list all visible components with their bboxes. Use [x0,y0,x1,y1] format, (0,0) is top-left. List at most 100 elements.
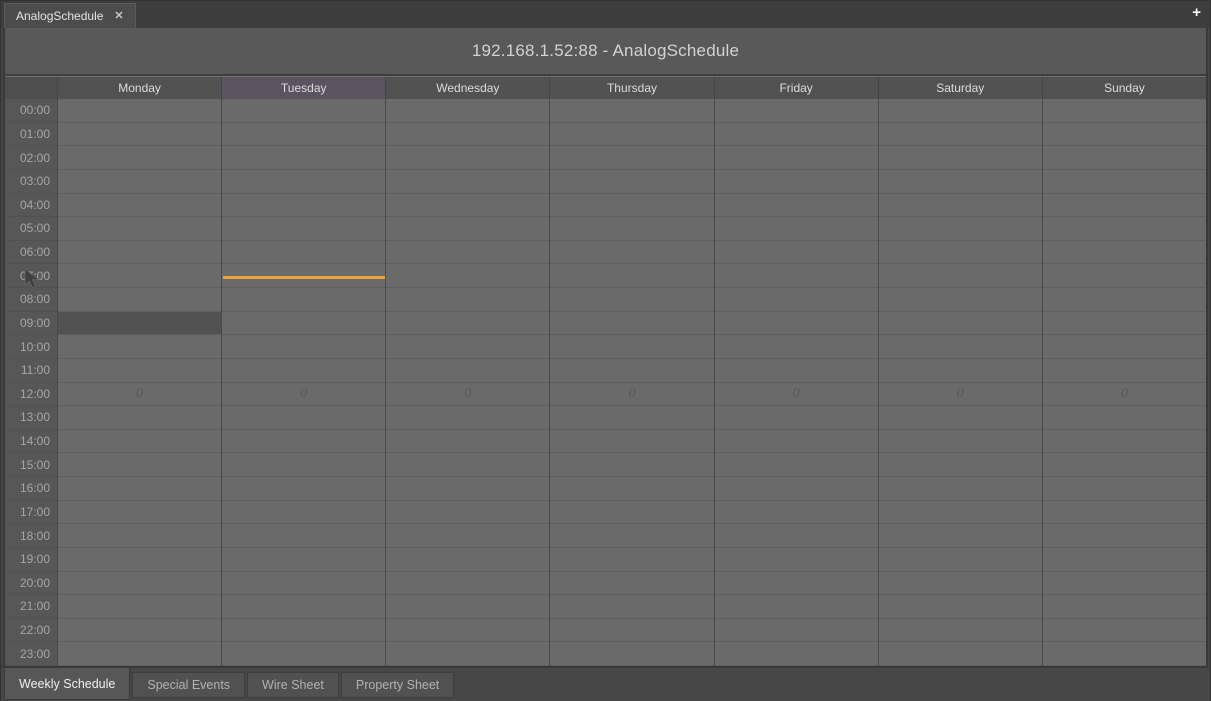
schedule-cell[interactable] [58,194,221,218]
schedule-cell[interactable]: 0 [386,383,549,407]
schedule-cell[interactable] [386,312,549,336]
schedule-cell[interactable] [550,619,713,643]
schedule-cell[interactable] [715,288,878,312]
schedule-cell[interactable] [58,170,221,194]
day-header-wednesday[interactable]: Wednesday [385,77,549,99]
schedule-cell[interactable] [386,288,549,312]
schedule-cell[interactable] [58,99,221,123]
schedule-cell[interactable] [1043,123,1206,147]
schedule-cell[interactable] [879,619,1042,643]
schedule-cell[interactable] [1043,288,1206,312]
schedule-cell[interactable] [550,595,713,619]
new-tab-icon[interactable]: + [1192,5,1201,20]
schedule-cell[interactable] [386,359,549,383]
schedule-cell[interactable] [879,194,1042,218]
schedule-cell[interactable] [550,406,713,430]
schedule-cell[interactable] [1043,170,1206,194]
day-header-saturday[interactable]: Saturday [878,77,1042,99]
schedule-cell[interactable] [58,477,221,501]
schedule-cell[interactable] [715,264,878,288]
schedule-cell[interactable] [1043,430,1206,454]
schedule-cell[interactable] [58,548,221,572]
schedule-cell[interactable] [58,595,221,619]
schedule-cell[interactable] [550,335,713,359]
bottom-tab-weekly-schedule[interactable]: Weekly Schedule [4,668,130,700]
schedule-cell[interactable] [715,170,878,194]
schedule-cell[interactable] [715,217,878,241]
schedule-cell[interactable] [386,501,549,525]
schedule-cell[interactable] [1043,359,1206,383]
schedule-cell[interactable] [1043,548,1206,572]
schedule-cell[interactable] [715,406,878,430]
schedule-cell[interactable] [1043,453,1206,477]
schedule-cell[interactable] [715,453,878,477]
schedule-cell[interactable] [222,548,385,572]
schedule-cell[interactable] [550,572,713,596]
schedule-cell[interactable] [715,312,878,336]
schedule-cell[interactable] [1043,477,1206,501]
schedule-cell[interactable] [715,501,878,525]
schedule-cell[interactable] [58,619,221,643]
schedule-cell[interactable] [386,548,549,572]
schedule-cell[interactable] [386,99,549,123]
schedule-cell[interactable] [879,359,1042,383]
schedule-cell[interactable] [550,642,713,666]
schedule-cell[interactable] [1043,524,1206,548]
schedule-cell[interactable] [1043,312,1206,336]
schedule-cell[interactable] [879,595,1042,619]
schedule-cell[interactable] [550,477,713,501]
schedule-cell[interactable] [550,453,713,477]
schedule-cell[interactable] [222,595,385,619]
day-header-tuesday[interactable]: Tuesday [221,77,385,99]
schedule-cell[interactable] [222,99,385,123]
schedule-cell[interactable] [879,99,1042,123]
schedule-cell[interactable] [386,123,549,147]
schedule-cell[interactable] [58,288,221,312]
schedule-cell[interactable]: 0 [715,383,878,407]
schedule-cell[interactable] [715,194,878,218]
day-header-thursday[interactable]: Thursday [549,77,713,99]
schedule-cell[interactable] [1043,264,1206,288]
schedule-cell[interactable] [58,406,221,430]
schedule-cell[interactable] [550,217,713,241]
schedule-cell[interactable] [715,241,878,265]
schedule-cell[interactable] [550,146,713,170]
schedule-cell[interactable] [58,430,221,454]
schedule-cell[interactable] [550,264,713,288]
schedule-cell[interactable] [58,312,221,336]
bottom-tab-special-events[interactable]: Special Events [132,672,245,698]
schedule-cell[interactable] [222,288,385,312]
schedule-cell[interactable] [879,146,1042,170]
schedule-cell[interactable] [1043,146,1206,170]
schedule-cell[interactable] [879,477,1042,501]
schedule-cell[interactable] [879,524,1042,548]
schedule-cell[interactable] [879,501,1042,525]
schedule-cell[interactable] [879,217,1042,241]
schedule-cell[interactable] [222,335,385,359]
schedule-cell[interactable] [715,477,878,501]
schedule-cell[interactable] [879,170,1042,194]
schedule-cell[interactable] [386,453,549,477]
schedule-cell[interactable] [715,335,878,359]
schedule-cell[interactable] [715,548,878,572]
schedule-cell[interactable] [222,501,385,525]
schedule-cell[interactable] [222,477,385,501]
schedule-cell[interactable] [715,123,878,147]
schedule-cell[interactable] [222,312,385,336]
schedule-cell[interactable] [1043,194,1206,218]
schedule-cell[interactable]: 0 [222,383,385,407]
schedule-cell[interactable] [58,359,221,383]
schedule-cell[interactable] [879,288,1042,312]
schedule-cell[interactable] [715,572,878,596]
schedule-cell[interactable] [550,359,713,383]
schedule-cell[interactable] [1043,595,1206,619]
schedule-cell[interactable] [386,619,549,643]
schedule-cell[interactable] [879,548,1042,572]
schedule-cell[interactable] [879,453,1042,477]
schedule-cell[interactable] [550,170,713,194]
schedule-cell[interactable] [715,595,878,619]
schedule-cell[interactable] [550,501,713,525]
schedule-cell[interactable] [58,501,221,525]
day-header-sunday[interactable]: Sunday [1042,77,1206,99]
schedule-cell[interactable] [879,264,1042,288]
